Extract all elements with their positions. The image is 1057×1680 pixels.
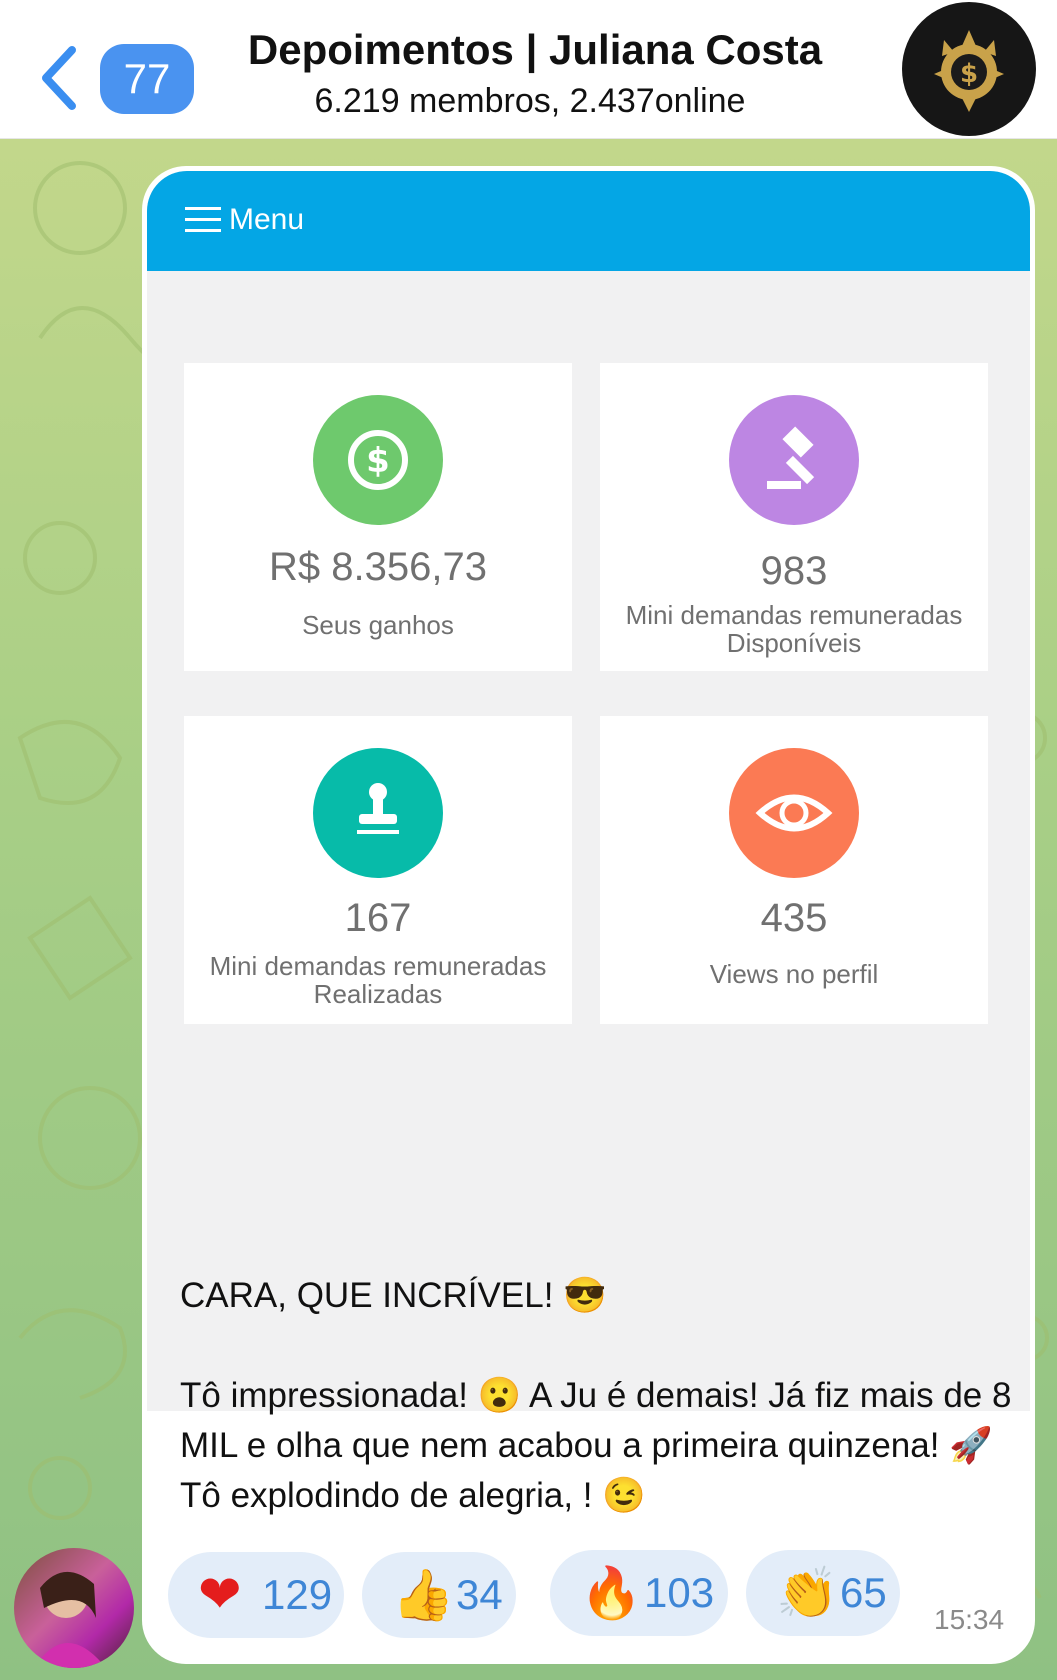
svg-text:$: $ bbox=[960, 59, 978, 89]
app-menu-bar: Menu bbox=[147, 171, 1030, 271]
message-line-1: CARA, QUE INCRÍVEL! 😎 bbox=[180, 1276, 607, 1315]
profile-views-value: 435 bbox=[760, 896, 828, 940]
completed-tasks-label: Mini demandas remuneradas Realizadas bbox=[209, 951, 547, 1009]
card-icon-circle bbox=[729, 395, 859, 525]
fire-icon: 🔥 bbox=[580, 1565, 643, 1621]
earnings-value: R$ 8.356,73 bbox=[269, 545, 487, 589]
eye-icon bbox=[755, 794, 833, 832]
sender-avatar[interactable] bbox=[14, 1548, 134, 1668]
chat-title[interactable]: Depoimentos | Juliana Costa bbox=[200, 26, 870, 74]
svg-text:$: $ bbox=[366, 441, 390, 481]
available-tasks-card: 983 Mini demandas remuneradas Disponívei… bbox=[600, 363, 988, 671]
reaction-count: 65 bbox=[840, 1569, 887, 1616]
message-text: CARA, QUE INCRÍVEL! 😎 Tô impressionada! … bbox=[180, 1271, 1020, 1521]
earnings-label: Seus ganhos bbox=[302, 610, 454, 640]
back-arrow-icon[interactable] bbox=[38, 44, 80, 112]
unread-count-badge[interactable]: 77 bbox=[100, 44, 194, 114]
reaction-fire[interactable]: 🔥 103 bbox=[550, 1550, 728, 1636]
reaction-thumbs-up[interactable]: 👍 34 bbox=[362, 1552, 516, 1638]
card-icon-circle: $ bbox=[313, 395, 443, 525]
gavel-icon bbox=[767, 426, 815, 489]
card-icon-circle bbox=[313, 748, 443, 878]
dollar-gear-icon: $ bbox=[934, 30, 1004, 112]
reaction-heart[interactable]: ❤ 129 bbox=[168, 1552, 344, 1638]
card-icon-circle bbox=[729, 748, 859, 878]
message-bubble[interactable]: Menu $ R$ 8.356,73 Seus ganhos 983 Mini … bbox=[142, 166, 1035, 1664]
red-heart-icon: ❤ bbox=[198, 1566, 242, 1624]
profile-views-label: Views no perfil bbox=[709, 959, 879, 989]
profile-views-card: 435 Views no perfil bbox=[600, 716, 988, 1024]
attached-screenshot[interactable]: Menu $ R$ 8.356,73 Seus ganhos 983 Mini … bbox=[147, 171, 1030, 1411]
dollar-circle-icon: $ bbox=[348, 430, 408, 490]
chat-subtitle: 6.219 membros, 2.437online bbox=[314, 82, 746, 120]
thumbs-up-icon: 👍 bbox=[392, 1567, 455, 1623]
reaction-clap[interactable]: 👏 65 bbox=[746, 1550, 900, 1636]
clapping-hands-icon: 👏 bbox=[776, 1565, 839, 1621]
chat-header: 77 Depoimentos | Juliana Costa 6.219 mem… bbox=[0, 0, 1057, 139]
reaction-count: 103 bbox=[644, 1569, 715, 1616]
available-tasks-label: Mini demandas remuneradas Disponíveis bbox=[625, 600, 963, 658]
stamp-icon bbox=[357, 783, 399, 834]
message-time: 15:34 bbox=[934, 1604, 1005, 1635]
reaction-count: 129 bbox=[262, 1571, 333, 1618]
group-avatar[interactable]: $ bbox=[902, 2, 1036, 136]
earnings-card: $ R$ 8.356,73 Seus ganhos bbox=[184, 363, 572, 671]
reaction-count: 34 bbox=[456, 1571, 503, 1618]
completed-tasks-value: 167 bbox=[344, 896, 412, 940]
completed-tasks-card: 167 Mini demandas remuneradas Realizadas bbox=[184, 716, 572, 1024]
available-tasks-value: 983 bbox=[760, 549, 828, 593]
menu-label[interactable]: Menu bbox=[229, 203, 304, 237]
message-line-2: Tô impressionada! 😮 A Ju é demais! Já fi… bbox=[180, 1376, 1012, 1515]
hamburger-menu-icon[interactable] bbox=[185, 206, 221, 234]
profile-photo-icon bbox=[34, 1571, 106, 1668]
